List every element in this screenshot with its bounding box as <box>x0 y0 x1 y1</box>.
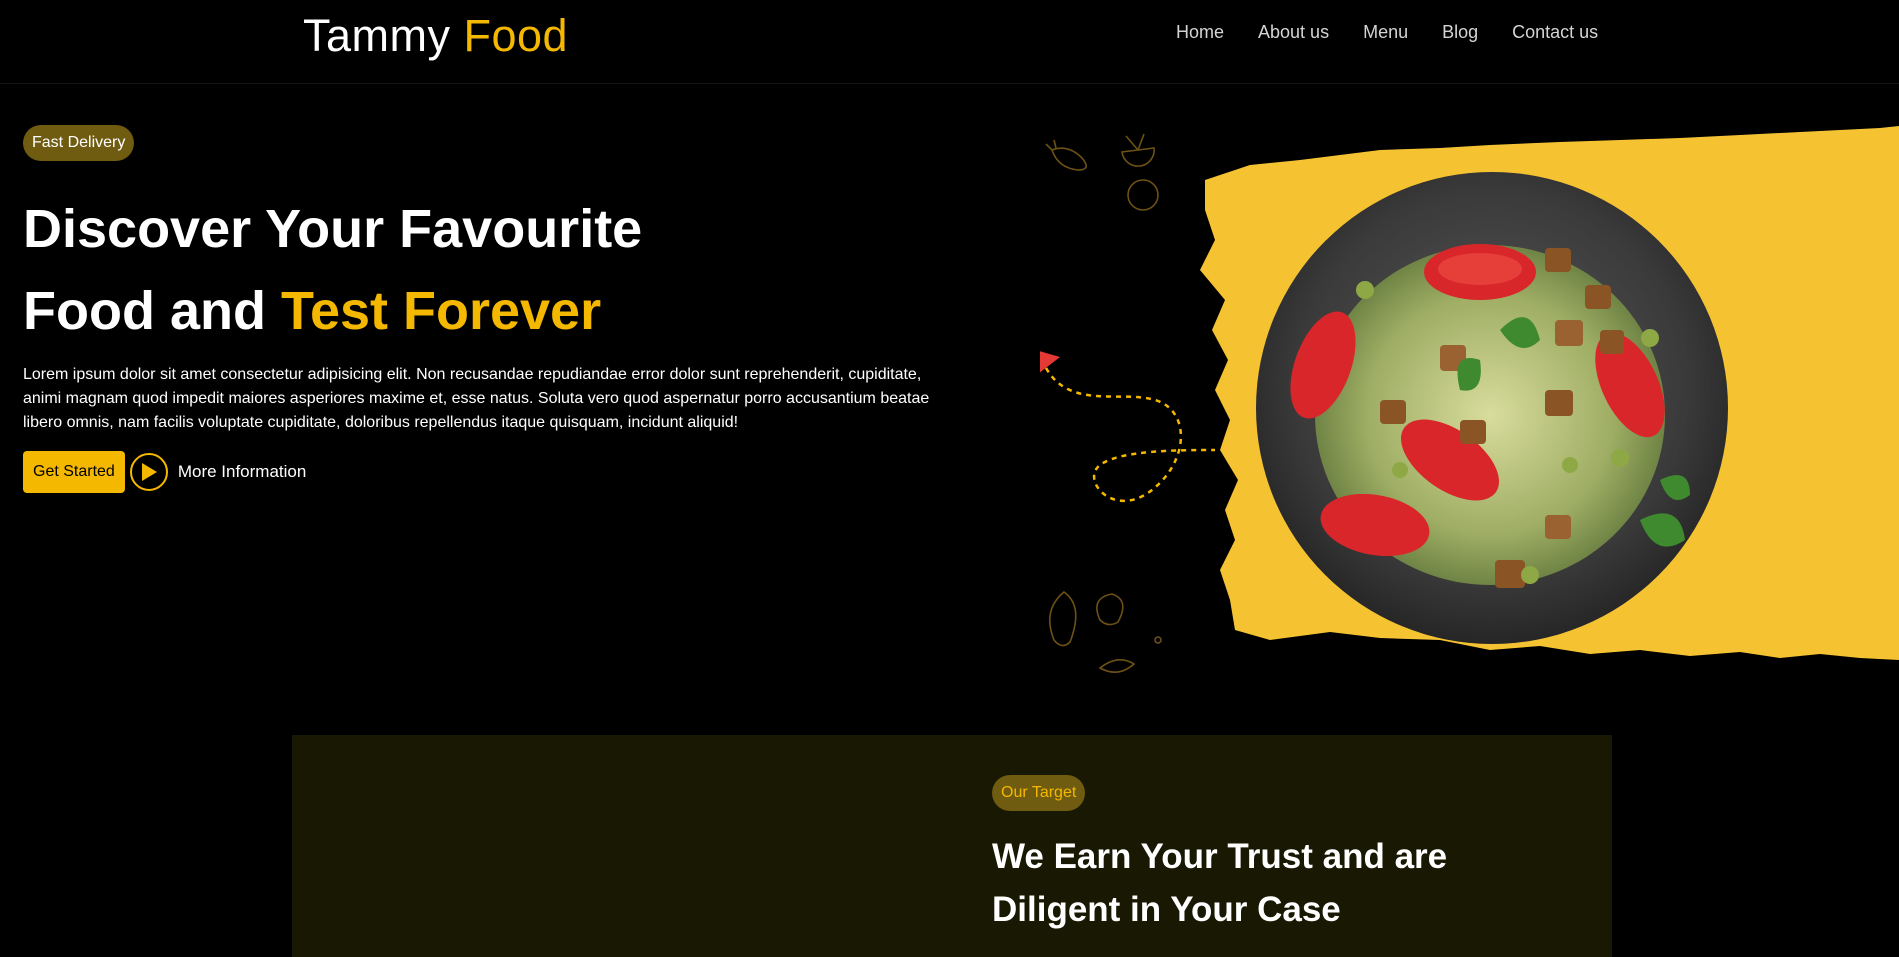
nav-menu[interactable]: Menu <box>1363 22 1408 43</box>
hero-description: Lorem ipsum dolor sit amet consectetur a… <box>23 366 930 431</box>
hero-title-line1: Discover Your Favourite <box>23 199 643 259</box>
nav-blog[interactable]: Blog <box>1442 22 1478 43</box>
hero-title: Discover Your Favourite Food and Test Fo… <box>23 188 642 352</box>
main-nav: Home About us Menu Blog Contact us <box>1176 22 1598 43</box>
nav-contact-us[interactable]: Contact us <box>1512 22 1598 43</box>
doodle-icons <box>1045 133 1162 673</box>
target-title-line2: Diligent in Your Case <box>992 890 1341 929</box>
get-started-button[interactable]: Get Started <box>23 451 125 493</box>
target-section: Our Target We Earn Your Trust and are Di… <box>292 735 1612 957</box>
our-target-badge: Our Target <box>992 775 1086 811</box>
target-title-line1: We Earn Your Trust and are <box>992 837 1448 876</box>
fast-delivery-badge: Fast Delivery <box>23 125 135 161</box>
nav-about-us[interactable]: About us <box>1258 22 1329 43</box>
hero-title-line2: Food and <box>23 281 266 341</box>
brand-name-accent: Food <box>463 10 569 61</box>
more-information-link[interactable]: More Information <box>178 462 307 482</box>
arrow-icon <box>1029 348 1060 377</box>
nav-home[interactable]: Home <box>1176 22 1224 43</box>
hero-art <box>1029 120 1899 680</box>
brand-name: Tammy <box>303 10 451 61</box>
hero-title-accent: Test Forever <box>280 281 602 341</box>
target-title: We Earn Your Trust and are Diligent in Y… <box>992 830 1447 936</box>
play-icon[interactable] <box>129 453 168 491</box>
navbar: Tammy Food Home About us Menu Blog Conta… <box>0 0 1899 84</box>
brand-logo[interactable]: Tammy Food <box>303 10 568 62</box>
cta-row: Get Started More Information <box>23 451 306 493</box>
